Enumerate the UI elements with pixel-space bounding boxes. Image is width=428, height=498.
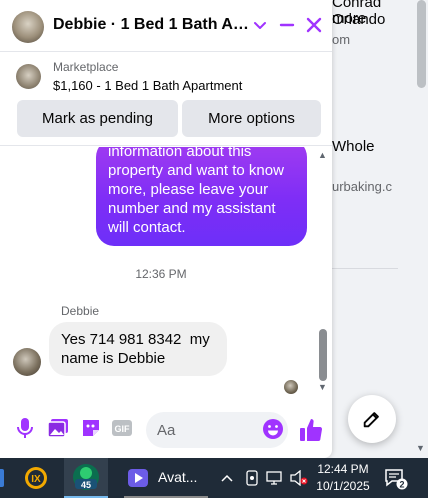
message-scroll-down-arrow[interactable]: ▼ (318, 382, 327, 392)
sender-avatar[interactable] (13, 348, 41, 376)
taskbar-app-active[interactable]: 45 (64, 458, 108, 498)
page-scroll-thumb[interactable] (417, 0, 426, 88)
chat-header: Debbie · 1 Bed 1 Bath Apar... (0, 0, 332, 52)
sticker-icon[interactable] (79, 416, 103, 440)
message-timestamp: 12:36 PM (135, 267, 187, 281)
outgoing-message[interactable]: information about this property and want… (96, 147, 307, 246)
listing-thumbnail[interactable] (16, 64, 41, 89)
taskbar-clock[interactable]: 12:44 PM 10/1/2025 (314, 461, 372, 495)
new-message-button[interactable] (348, 395, 396, 443)
app-badge-count: 45 (81, 480, 91, 490)
background-title-cont[interactable]: more (332, 10, 366, 27)
active-app-icon: 45 (73, 464, 99, 490)
chat-window: Debbie · 1 Bed 1 Bath Apar... Marketplac… (0, 0, 332, 458)
close-icon[interactable] (306, 17, 322, 33)
gif-icon[interactable]: GIF (110, 416, 134, 440)
avatar[interactable] (12, 11, 44, 43)
message-input-placeholder: Aa (157, 422, 176, 439)
more-options-button[interactable]: More options (182, 100, 321, 137)
seen-indicator-avatar (284, 380, 298, 394)
network-icon[interactable] (264, 458, 286, 498)
background-subtitle: om (332, 32, 351, 47)
notification-count: 2 (399, 480, 404, 490)
ix-app-icon: IX (25, 467, 47, 489)
background-title-2[interactable]: Whole (332, 138, 375, 155)
background-divider (332, 268, 398, 269)
clock-date: 10/1/2025 (316, 479, 370, 493)
listing-title[interactable]: $1,160 - 1 Bed 1 Bath Apartment (53, 78, 242, 93)
svg-text:IX: IX (31, 474, 41, 485)
tray-expand-chevron-icon[interactable] (218, 458, 236, 498)
taskbar-app-ix[interactable]: IX (24, 458, 50, 498)
page-scroll-down-arrow[interactable]: ▼ (416, 443, 425, 453)
sender-name: Debbie (61, 304, 100, 318)
composer: GIF Aa (0, 404, 332, 458)
message-scroll-thumb[interactable] (319, 329, 327, 381)
microphone-icon[interactable] (13, 416, 37, 440)
marketplace-listing: Marketplace $1,160 - 1 Bed 1 Bath Apartm… (0, 52, 332, 146)
compose-icon (363, 412, 379, 428)
volume-muted-icon[interactable] (288, 458, 310, 498)
minimize-icon[interactable] (279, 17, 295, 33)
chevron-down-icon[interactable] (252, 17, 268, 33)
clock-time: 12:44 PM (317, 462, 369, 476)
message-scroll-up-arrow[interactable]: ▲ (318, 150, 327, 160)
notification-icon[interactable]: 2 (384, 468, 408, 490)
taskbar-edge-app[interactable] (0, 458, 6, 498)
taskbar-app-label: Avat... (158, 469, 198, 485)
video-app-icon (128, 469, 148, 487)
background-subtitle-2: urbaking.c (332, 179, 392, 194)
taskbar: IX 45 Avat... 12:44 PM 10/1/2025 2 (0, 458, 428, 498)
photo-icon[interactable] (46, 416, 70, 440)
emoji-icon[interactable] (262, 418, 284, 440)
tray-app-icon[interactable] (243, 458, 261, 498)
listing-kicker: Marketplace (53, 60, 119, 74)
svg-text:GIF: GIF (115, 424, 131, 434)
taskbar-app-avatar[interactable]: Avat... (124, 458, 208, 498)
chat-title[interactable]: Debbie · 1 Bed 1 Bath Apar... (53, 16, 249, 34)
incoming-message[interactable]: Yes 714 981 8342 my name is Debbie (49, 322, 227, 376)
mark-as-pending-button[interactable]: Mark as pending (17, 100, 178, 137)
thumbs-up-icon[interactable] (298, 417, 324, 443)
message-list: information about this property and want… (0, 147, 332, 399)
